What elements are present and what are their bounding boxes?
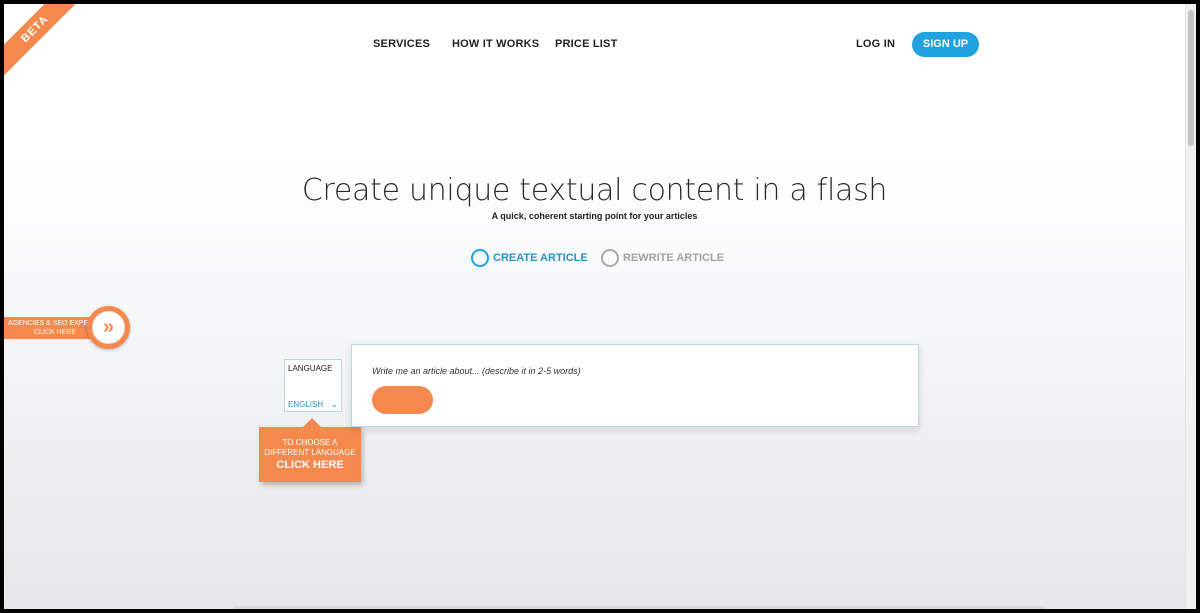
double-chevron-right-icon: » [92, 311, 125, 344]
generate-button[interactable] [372, 386, 433, 414]
language-value: ENGLISH [288, 400, 324, 409]
chevron-down-icon: ⌄ [330, 399, 338, 409]
mode-create-label: CREATE ARTICLE [493, 252, 588, 264]
language-label: LANGUAGE [288, 364, 333, 373]
agency-arrow-button[interactable]: » [87, 306, 130, 349]
scrollbar-thumb[interactable] [1188, 10, 1194, 146]
tooltip-line2: DIFFERENT LANGUAGE [264, 448, 356, 457]
beta-ribbon: BETA [4, 4, 89, 83]
nav-services[interactable]: SERVICES [373, 38, 430, 50]
nav-how-it-works[interactable]: HOW IT WORKS [452, 38, 539, 50]
mode-create-article[interactable]: CREATE ARTICLE [471, 247, 588, 269]
language-tooltip[interactable]: TO CHOOSE A DIFFERENT LANGUAGE CLICK HER… [259, 418, 361, 482]
login-link[interactable]: LOG IN [856, 38, 895, 50]
mode-rewrite-article[interactable]: REWRITE ARTICLE [601, 247, 724, 269]
article-panel [351, 344, 919, 427]
hero-subtitle: A quick, coherent starting point for you… [491, 211, 698, 221]
radio-create-icon[interactable] [471, 249, 489, 267]
tooltip-cta: CLICK HERE [276, 459, 344, 471]
browser-viewport: BETA SERVICES HOW IT WORKS PRICE LIST LO… [4, 4, 1196, 609]
language-selector[interactable]: LANGUAGE ENGLISH ⌄ [284, 359, 342, 412]
hero-title: Create unique textual content in a flash [301, 173, 888, 208]
nav-price-list[interactable]: PRICE LIST [555, 38, 618, 50]
tooltip-line1: TO CHOOSE A [282, 438, 338, 447]
radio-rewrite-icon[interactable] [601, 249, 619, 267]
article-topic-input[interactable] [372, 363, 892, 379]
signup-button[interactable]: SIGN UP [912, 32, 979, 57]
mode-rewrite-label: REWRITE ARTICLE [623, 252, 725, 264]
bottom-divider [234, 606, 1044, 609]
vertical-scrollbar[interactable] [1185, 4, 1196, 609]
